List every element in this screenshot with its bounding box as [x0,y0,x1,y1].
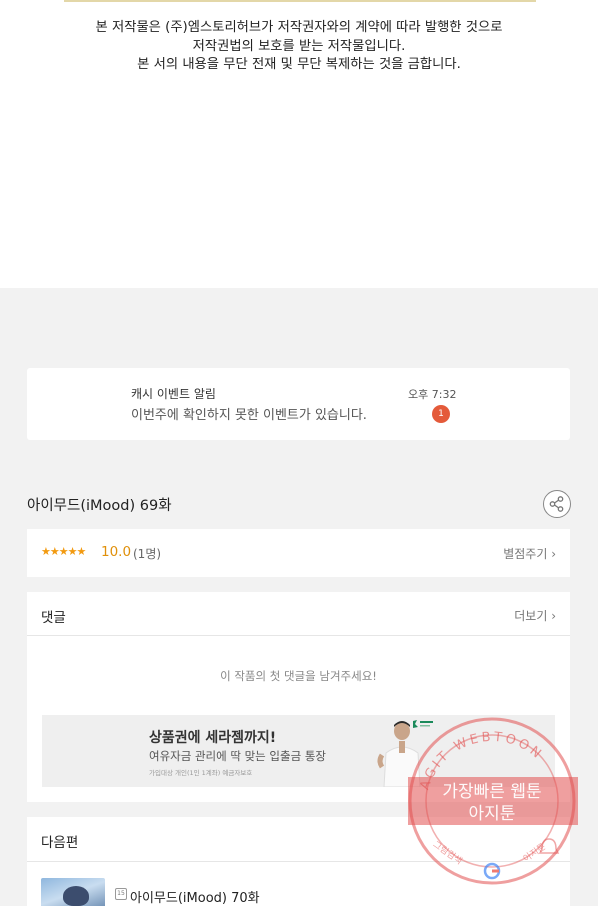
age-rating-badge: 15 [115,888,127,900]
comments-empty-message: 이 작품의 첫 댓글을 남겨주세요! [220,669,377,683]
comments-header: 댓글 더보기 › [27,592,570,636]
star-icons: ★★★★★ [41,545,86,558]
next-header: 다음편 [27,817,570,862]
next-episode-thumbnail[interactable] [41,878,105,906]
notification-title: 캐시 이벤트 알림 [131,387,216,401]
rate-button[interactable]: 별점주기 › [503,545,556,562]
ad-headline: 상품권에 세라젬까지! [149,730,277,746]
rating-bar: ★★★★★ 10.0 (1명) 별점주기 › [27,529,570,577]
copyright-line: 저작권법의 보호를 받는 저작물입니다. [192,38,406,54]
episode-title: 아이무드(iMood) 69화 [27,498,172,514]
next-label: 다음편 [41,835,79,851]
copyright-notice: 본 저작물은 (주)엠스토리허브가 저작권자와의 계약에 따라 발행한 것으로 … [0,19,598,75]
rating-score: 10.0 [101,544,132,560]
chevron-right-icon: › [547,609,556,623]
comments-more-button[interactable]: 더보기 › [514,607,556,624]
copyright-line: 본 서의 내용을 무단 전재 및 무단 복제하는 것을 금합니다. [137,57,461,72]
more-label: 더보기 [514,609,548,623]
copyright-line: 본 저작물은 (주)엠스토리허브가 저작권자와의 계약에 따라 발행한 것으로 [95,20,503,35]
comments-label: 댓글 [41,610,66,626]
rating-count: (1명) [133,547,162,561]
notification-badge: 1 [432,405,450,423]
copyright-section: 본 저작물은 (주)엠스토리허브가 저작권자와의 계약에 따라 발행한 것으로 … [0,0,598,288]
rate-label: 별점주기 [503,547,548,561]
divider [64,0,536,2]
next-episode-section: 다음편 15 아이무드(iMood) 70화 [27,817,570,906]
chevron-right-icon: › [547,547,556,561]
ad-fineprint: 가입대상 개인(1인 1계좌) 예금자보호 [149,769,253,777]
bank-logo-icon [413,720,433,728]
share-button[interactable] [543,490,571,518]
comments-section: 댓글 더보기 › 이 작품의 첫 댓글을 남겨주세요! 상품권에 세라젬까지! … [27,592,570,802]
share-icon [549,496,564,512]
next-episode-link[interactable]: 아이무드(iMood) 70화 [130,887,260,906]
notification-card[interactable]: 캐시 이벤트 알림 이번주에 확인하지 못한 이벤트가 있습니다. 오후 7:3… [27,368,570,440]
ad-subtext: 여유자금 관리에 딱 맞는 입출금 통장 [149,749,326,763]
ad-banner[interactable]: 상품권에 세라젬까지! 여유자금 관리에 딱 맞는 입출금 통장 가입대상 개인… [42,715,555,787]
notification-message: 이번주에 확인하지 못한 이벤트가 있습니다. [131,408,367,423]
notification-time: 오후 7:32 [408,388,457,401]
